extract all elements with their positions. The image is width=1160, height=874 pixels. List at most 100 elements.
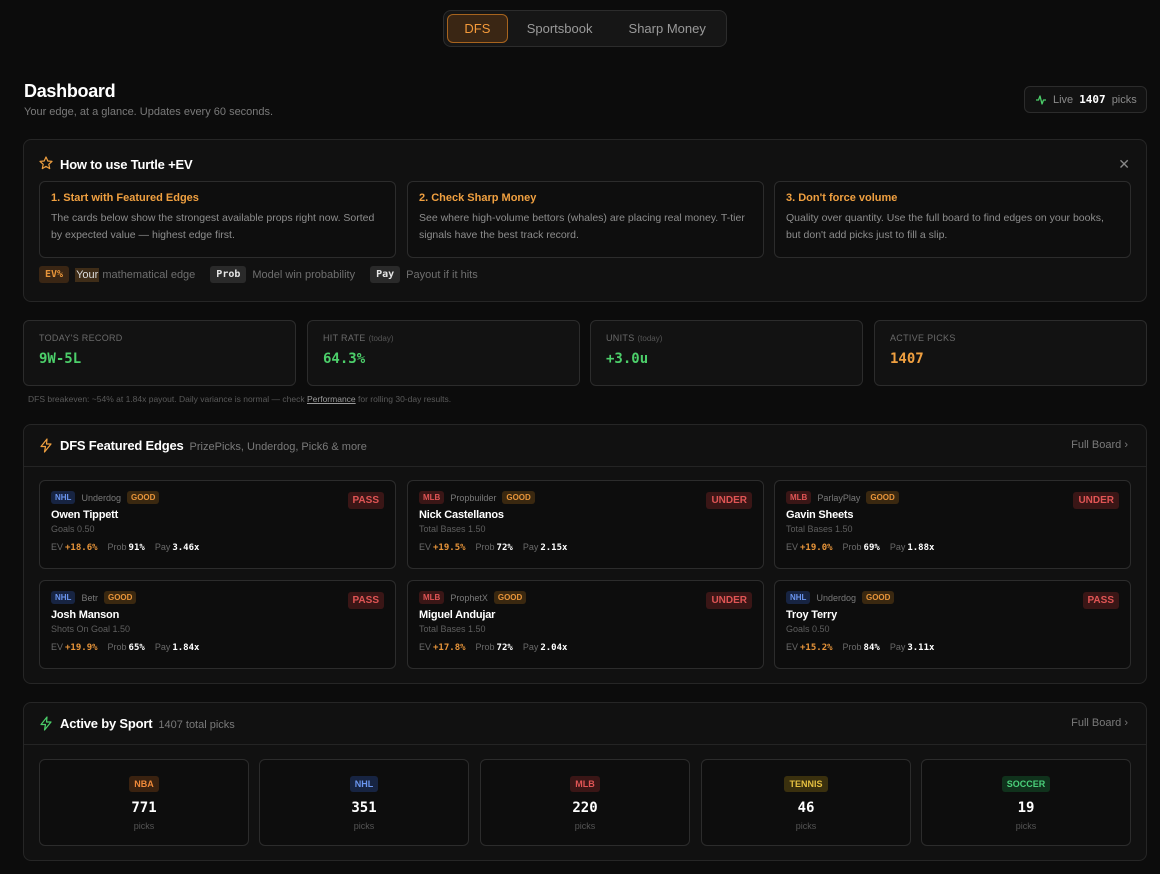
prop-line: Total Bases 1.50 (419, 624, 486, 634)
sport-card-nhl[interactable]: NHL 351 picks (259, 759, 469, 846)
stat-value: +3.0u (606, 351, 649, 367)
full-board-link[interactable]: Full Board › (1071, 717, 1128, 729)
sport-card-nba[interactable]: NBA 771 picks (39, 759, 249, 846)
live-count: 1407 (1079, 93, 1106, 106)
legend-text-prob: Model win probability (252, 268, 356, 281)
sport-badge: MLB (419, 591, 445, 604)
stat-card-record: TODAY'S RECORD 9W-5L (23, 320, 296, 386)
tab-sportsbook[interactable]: Sportsbook (508, 14, 612, 43)
stat-card-hit-rate: HIT RATE (today) 64.3% (307, 320, 580, 386)
sport-unit: picks (795, 821, 817, 831)
lightning-icon (40, 438, 52, 453)
player-name: Owen Tippett (51, 509, 119, 521)
card-meta: MLB ProphetX GOOD (419, 591, 752, 604)
prob-value: 91% (128, 543, 145, 553)
step-title: 2. Check Sharp Money (419, 192, 537, 204)
sport-title: Active by Sport 1407 total picks (60, 716, 235, 731)
edge-card[interactable]: NHL Betr GOOD Josh Manson Shots On Goal 1.50… (39, 580, 396, 669)
sport-unit: picks (574, 821, 596, 831)
card-meta: NHL Underdog GOOD (51, 491, 384, 504)
ev-value: +19.9% (65, 643, 98, 653)
step-body: Quality over quantity. Use the full boar… (786, 212, 1104, 241)
prop-line: Total Bases 1.50 (786, 524, 853, 534)
verdict-badge: UNDER (1073, 492, 1119, 509)
book-name: Betr (81, 592, 98, 603)
prob-value: 72% (496, 643, 513, 653)
breakeven-note: DFS breakeven: ~54% at 1.84x payout. Dai… (28, 394, 452, 404)
stat-value: 9W-5L (39, 351, 82, 367)
howto-panel: How to use Turtle +EV ✕ 1. Start with Fe… (23, 139, 1147, 302)
verdict-badge: PASS (1082, 592, 1119, 609)
book-name: Underdog (81, 492, 121, 503)
sport-badge: NHL (349, 776, 379, 792)
verdict-badge: UNDER (706, 492, 752, 509)
card-metrics: EV +19.9% Prob 65% Pay 1.84x (51, 642, 200, 653)
sport-card-mlb[interactable]: MLB 220 picks (480, 759, 690, 846)
step-body: See where high-volume bettors (whales) a… (419, 212, 745, 241)
book-name: ParlayPlay (817, 492, 861, 503)
card-meta: MLB ParlayPlay GOOD (786, 491, 1119, 504)
stat-value: 1407 (890, 351, 924, 367)
tab-sharp-money[interactable]: Sharp Money (611, 14, 723, 43)
tab-dfs[interactable]: DFS (447, 14, 508, 43)
page-subtitle: Your edge, at a glance. Updates every 60… (24, 106, 274, 118)
sport-badge: NBA (129, 776, 159, 792)
performance-link[interactable]: Performance (307, 394, 356, 404)
pay-value: 3.11x (907, 643, 935, 653)
edge-card[interactable]: MLB ParlayPlay GOOD Gavin Sheets Total Bases… (774, 480, 1131, 569)
sport-unit: picks (133, 821, 155, 831)
card-metrics: EV +15.2% Prob 84% Pay 3.11x (786, 642, 935, 653)
grade-badge: GOOD (493, 591, 527, 604)
grade-badge: GOOD (502, 491, 535, 504)
full-board-link[interactable]: Full Board › (1071, 439, 1128, 451)
featured-title: DFS Featured Edges PrizePicks, Underdog, … (60, 438, 367, 453)
ev-value: +17.8% (433, 643, 466, 653)
stat-label: HIT RATE (today) (323, 333, 394, 343)
stat-label: UNITS (today) (606, 333, 663, 343)
player-name: Gavin Sheets (786, 509, 854, 521)
edge-card[interactable]: MLB Propbuilder GOOD Nick Castellanos Total … (407, 480, 764, 569)
prop-line: Goals 0.50 (786, 624, 830, 634)
sport-count: 220 (572, 800, 598, 816)
sport-count: 771 (131, 800, 157, 816)
card-meta: MLB Propbuilder GOOD (419, 491, 752, 504)
live-label: Live (1053, 93, 1074, 106)
step-body: The cards below show the strongest avail… (51, 212, 375, 241)
stat-value: 64.3% (323, 351, 366, 367)
card-meta: NHL Underdog GOOD (786, 591, 1119, 604)
close-icon[interactable]: ✕ (1118, 156, 1130, 173)
prop-line: Shots On Goal 1.50 (51, 624, 131, 634)
verdict-badge: PASS (347, 492, 384, 509)
pay-value: 2.04x (540, 643, 568, 653)
sport-count: 46 (797, 800, 815, 816)
howto-title: How to use Turtle +EV (60, 157, 193, 172)
stat-card-active-picks: ACTIVE PICKS 1407 (874, 320, 1147, 386)
player-name: Miguel Andujar (419, 609, 496, 621)
prop-line: Goals 0.50 (51, 524, 95, 534)
sport-card-tennis[interactable]: TENNIS 46 picks (701, 759, 911, 846)
legend-chip-ev: EV% (39, 266, 70, 283)
edge-card[interactable]: MLB ProphetX GOOD Miguel Andujar Total Bases… (407, 580, 764, 669)
sport-badge: NHL (786, 591, 811, 604)
product-tabs: DFS Sportsbook Sharp Money (443, 10, 727, 47)
prob-value: 65% (128, 643, 145, 653)
prop-line: Total Bases 1.50 (419, 524, 486, 534)
lightning-icon (40, 716, 52, 731)
grade-badge: GOOD (861, 591, 895, 604)
sport-badge: MLB (419, 491, 445, 504)
sport-card-soccer[interactable]: SOCCER 19 picks (921, 759, 1131, 846)
grade-badge: GOOD (103, 591, 137, 604)
sport-unit: picks (353, 821, 375, 831)
edge-card[interactable]: NHL Underdog GOOD Owen Tippett Goals 0.50 EV +… (39, 480, 396, 569)
prob-value: 69% (863, 543, 880, 553)
sport-subtitle: 1407 total picks (158, 719, 235, 731)
sport-badge: NHL (51, 591, 76, 604)
sport-badge: NHL (51, 491, 76, 504)
grade-badge: GOOD (126, 491, 160, 504)
edge-card[interactable]: NHL Underdog GOOD Troy Terry Goals 0.50 EV +15… (774, 580, 1131, 669)
featured-subtitle: PrizePicks, Underdog, Pick6 & more (189, 441, 367, 453)
stat-label: ACTIVE PICKS (890, 333, 956, 343)
chevron-right-icon: › (1124, 439, 1128, 451)
sport-count: 351 (351, 800, 377, 816)
sport-badge: TENNIS (784, 776, 828, 792)
